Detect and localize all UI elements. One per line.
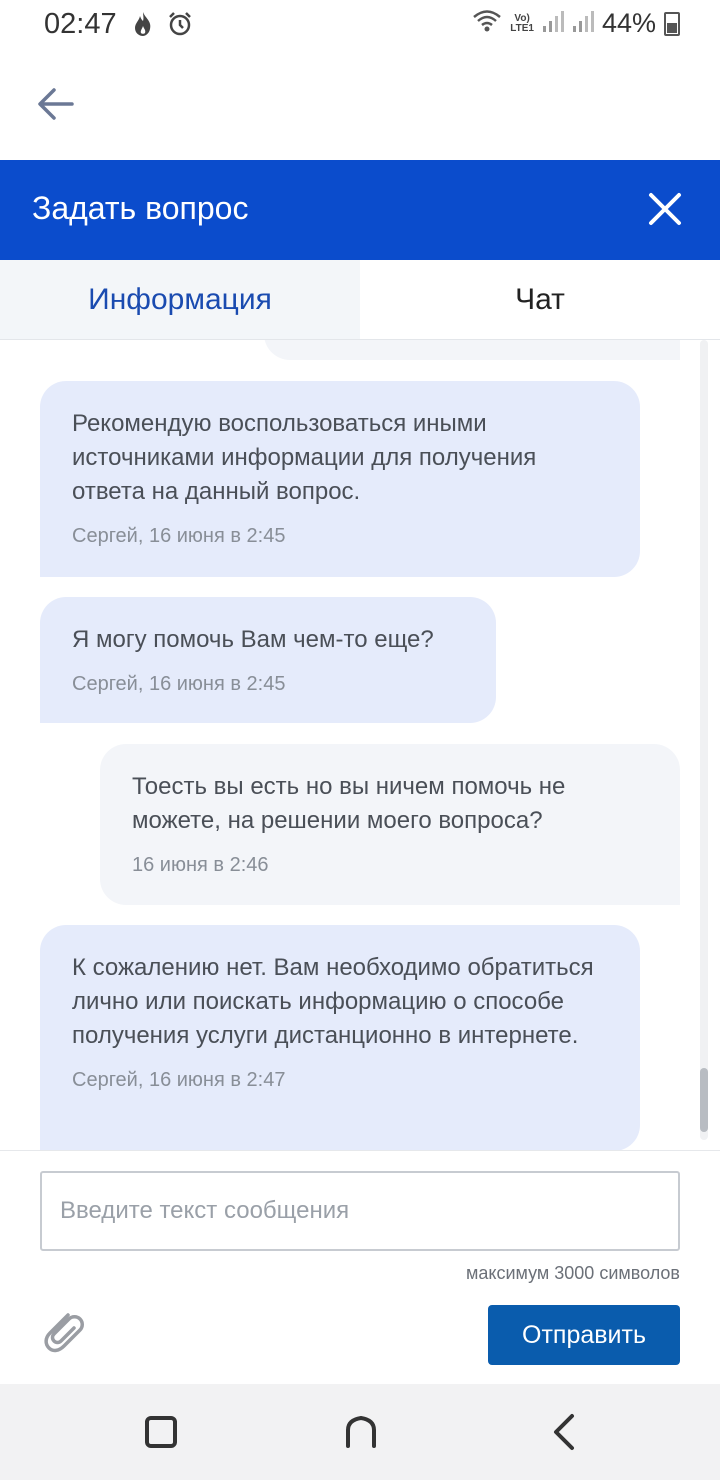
home-button[interactable] (337, 1408, 385, 1456)
close-button[interactable] (642, 186, 688, 232)
close-icon (649, 193, 681, 225)
chevron-left-icon (554, 1414, 574, 1450)
tab-info[interactable]: Информация (0, 260, 360, 339)
battery-icon (664, 11, 680, 36)
recent-apps-button[interactable] (137, 1408, 185, 1456)
message-bubble: Рекомендую воспользоваться иными источни… (40, 381, 640, 577)
message-text: Я могу помочь Вам чем-то еще? (72, 626, 434, 653)
back-button[interactable] (30, 80, 82, 128)
network-label-bottom: LTE1 (510, 22, 534, 34)
status-time: 02:47 (44, 8, 117, 40)
status-bar: 02:47 Vo) LTE1 44% (0, 0, 720, 50)
scrollbar-track[interactable] (700, 340, 708, 1140)
message-composer: максимум 3000 символов Отправить (0, 1150, 720, 1384)
signal-icon (542, 8, 564, 39)
network-label: Vo) LTE1 (510, 13, 534, 34)
back-nav-button[interactable] (540, 1408, 588, 1456)
chat-messages[interactable]: Рекомендую воспользоваться иными источни… (0, 340, 720, 1150)
message-text: Рекомендую воспользоваться иными источни… (72, 410, 537, 505)
tab-bar: Информация Чат (0, 260, 720, 340)
message-bubble-partial (264, 340, 680, 360)
message-meta: 16 июня в 2:46 (132, 854, 269, 876)
status-left-icons (130, 10, 194, 43)
dialog-title: Задать вопрос (32, 190, 249, 226)
message-bubble: Я могу помочь Вам чем-то еще? Сергей, 16… (40, 597, 496, 723)
home-icon (346, 1415, 376, 1448)
alarm-icon (166, 10, 194, 43)
dialog-header: Задать вопрос (0, 160, 720, 260)
flame-icon (130, 10, 156, 43)
message-meta: Сергей, 16 июня в 2:45 (72, 673, 286, 695)
message-text: Тоесть вы есть но вы ничем помочь не мож… (132, 773, 566, 834)
attach-button[interactable] (38, 1303, 86, 1355)
message-bubble: К сожалению нет. Вам необходимо обратить… (40, 925, 640, 1150)
message-input[interactable] (40, 1171, 680, 1251)
tab-chat[interactable]: Чат (360, 260, 720, 339)
system-nav-bar (0, 1384, 720, 1480)
message-meta: Сергей, 16 июня в 2:45 (72, 525, 286, 547)
message-meta: Сергей, 16 июня в 2:47 (72, 1069, 286, 1091)
status-right: Vo) LTE1 44% (472, 8, 680, 39)
send-button[interactable]: Отправить (488, 1305, 680, 1365)
wifi-icon (472, 8, 502, 39)
top-bar (0, 50, 720, 160)
tab-info-label: Информация (88, 282, 272, 316)
tab-chat-label: Чат (515, 282, 565, 316)
scrollbar-thumb[interactable] (700, 1068, 708, 1132)
paperclip-icon (44, 1313, 84, 1353)
recent-apps-icon (145, 1416, 177, 1448)
message-bubble: Тоесть вы есть но вы ничем помочь не мож… (100, 744, 680, 905)
signal-icon (572, 8, 594, 39)
max-chars-hint: максимум 3000 символов (466, 1263, 680, 1283)
message-text: К сожалению нет. Вам необходимо обратить… (72, 954, 594, 1049)
back-arrow-icon (38, 88, 74, 120)
battery-percent: 44% (601, 8, 656, 38)
